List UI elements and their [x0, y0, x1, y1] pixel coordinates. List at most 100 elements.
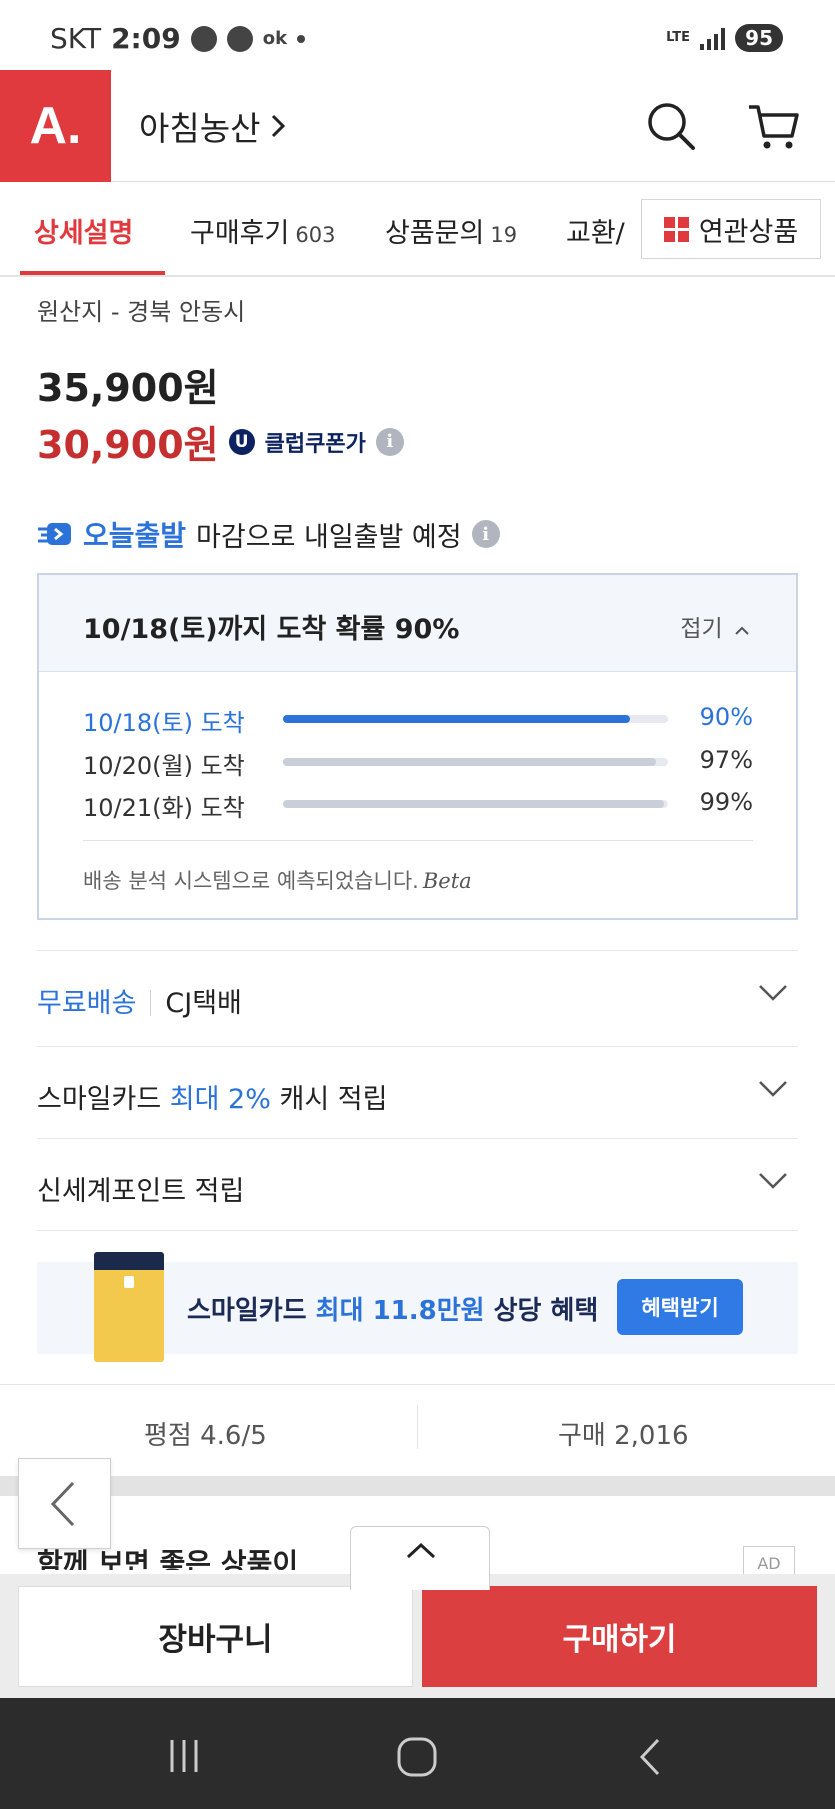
club-coupon-label: 클럽쿠폰가: [264, 431, 366, 457]
status-right: LTE 95: [666, 24, 783, 52]
shinsegae-point-row[interactable]: 신세계포인트 적립: [37, 1138, 798, 1230]
tab-details[interactable]: 상세설명: [34, 211, 133, 250]
get-benefit-button[interactable]: 혜택받기: [617, 1279, 743, 1335]
info-icon[interactable]: i: [471, 520, 500, 548]
auction-logo[interactable]: A.: [0, 70, 111, 182]
smilecard-highlight: 최대 2%: [169, 1084, 271, 1115]
back-nav-icon[interactable]: [636, 1736, 666, 1778]
store-name: 아침농산: [139, 109, 261, 148]
free-delivery-label: 무료배송: [37, 988, 137, 1019]
tab-label: 상세설명: [34, 218, 134, 249]
tab-label: 상품문의: [385, 218, 485, 249]
probability-fill: [283, 758, 657, 766]
probability-fill: [283, 800, 665, 808]
divider: [83, 840, 753, 841]
delivery-row[interactable]: 무료배송 CJ택배: [37, 950, 798, 1042]
ok-cashbag-icon: ok: [262, 28, 288, 49]
home-icon[interactable]: [396, 1736, 438, 1778]
beta-label: Beta: [422, 869, 472, 893]
back-button[interactable]: [18, 1458, 111, 1549]
chevron-down-icon: [759, 985, 787, 1001]
divider: [37, 1230, 798, 1231]
tab-label: 구매후기: [190, 218, 290, 249]
sale-price: 30,900원: [37, 423, 219, 467]
banner-highlight: 최대 11.8만원: [315, 1296, 485, 1326]
tab-reviews[interactable]: 구매후기 603: [190, 211, 335, 250]
detail-tabs: 상세설명 구매후기 603 상품문의 19 교환/ 연관상품: [0, 183, 835, 277]
prediction-note: 배송 분석 시스템으로 예측되었습니다. Beta: [83, 865, 472, 895]
origin-text: 원산지 - 경북 안동시: [37, 298, 246, 326]
grid-icon: [663, 216, 689, 242]
probability-track: [283, 715, 668, 723]
arrival-date: 10/20(월) 도착: [83, 752, 245, 780]
recent-apps-icon[interactable]: [164, 1736, 204, 1776]
buy-now-button[interactable]: 구매하기: [422, 1586, 817, 1687]
divider: [417, 1405, 418, 1449]
related-label: 연관상품: [698, 216, 799, 248]
chevron-left-icon: [50, 1481, 75, 1527]
probability-fill: [283, 715, 630, 723]
clock: 2:09: [111, 22, 181, 55]
battery-indicator: 95: [735, 24, 783, 52]
signal-icon: [700, 26, 726, 50]
banner-prefix: 스마일카드: [187, 1296, 307, 1326]
status-left: SKT 2:09 ok: [50, 22, 306, 55]
carrier-label: SKT: [50, 22, 102, 55]
chevron-up-icon: [735, 626, 749, 635]
section-gap: [0, 1476, 835, 1496]
fold-button[interactable]: 접기: [680, 609, 750, 643]
rating[interactable]: 평점 4.6/5: [144, 1415, 267, 1452]
probability-track: [283, 800, 668, 808]
tab-label: 교환/: [566, 218, 625, 249]
tab-inquiries[interactable]: 상품문의 19: [385, 211, 517, 250]
probability-percent: 97%: [699, 746, 753, 774]
app-header: A. 아침농산: [0, 70, 835, 182]
arrival-probability-box: 10/18(토)까지 도착 확률 90% 접기 10/18(토) 도착 90% …: [37, 573, 798, 920]
probability-percent: 90%: [699, 703, 753, 731]
probability-track: [283, 758, 668, 766]
delivery-info: 무료배송 CJ택배: [37, 981, 242, 1020]
fold-label: 접기: [680, 616, 723, 642]
arrival-date: 10/21(화) 도착: [83, 794, 245, 822]
chevron-right-icon: [272, 114, 286, 138]
original-price: 35,900원: [37, 366, 219, 410]
add-to-cart-button[interactable]: 장바구니: [18, 1586, 413, 1687]
ship-text: 마감으로 내일출발 예정: [196, 521, 462, 553]
system-nav-bar: [0, 1698, 835, 1809]
review-count: 603: [295, 223, 336, 247]
chevron-down-icon: [759, 1173, 787, 1189]
stats-bar: 평점 4.6/5 구매 2,016: [0, 1384, 835, 1476]
store-link[interactable]: 아침농산: [139, 102, 286, 150]
lte-icon: LTE: [666, 30, 691, 45]
divider: [150, 990, 152, 1016]
expand-options-tab[interactable]: [350, 1526, 490, 1590]
chevron-up-icon: [406, 1542, 436, 1559]
carrier-label: CJ택배: [165, 988, 242, 1019]
arrival-row: 10/20(월) 도착 97%: [83, 746, 753, 780]
today-ship-badge: 오늘출발: [83, 519, 187, 552]
banner-suffix: 상당 혜택: [493, 1296, 599, 1326]
related-products-button[interactable]: 연관상품: [641, 199, 821, 259]
arrival-probability-title: 10/18(토)까지 도착 확률 90%: [83, 614, 460, 645]
arrival-date: 10/18(토) 도착: [83, 709, 245, 737]
fast-delivery-icon: [38, 523, 71, 545]
tab-exchange[interactable]: 교환/: [566, 211, 625, 250]
status-bar: SKT 2:09 ok LTE 95: [0, 0, 835, 70]
search-icon[interactable]: [643, 98, 699, 154]
shipping-row: 오늘출발 마감으로 내일출발 예정 i: [37, 514, 500, 554]
arrival-row: 10/21(화) 도착 99%: [83, 788, 753, 822]
club-badge-icon: U: [228, 428, 255, 455]
active-tab-indicator: [20, 271, 165, 275]
smilecard-info: 스마일카드 최대 2% 캐시 적립: [37, 1077, 387, 1116]
sale-price-row: 30,900원 U 클럽쿠폰가 i: [37, 414, 404, 469]
probability-percent: 99%: [699, 788, 753, 816]
info-icon[interactable]: i: [375, 427, 404, 456]
inquiry-count: 19: [490, 223, 518, 247]
chevron-down-icon: [759, 1081, 787, 1097]
smilecard-banner[interactable]: 스마일카드 최대 11.8만원 상당 혜택 혜택받기: [37, 1252, 798, 1362]
smilecard-cash-row[interactable]: 스마일카드 최대 2% 캐시 적립: [37, 1046, 798, 1138]
cart-icon[interactable]: [746, 98, 802, 154]
banner-text: 스마일카드 최대 11.8만원 상당 혜택: [187, 1290, 598, 1327]
shinsegae-label: 신세계포인트 적립: [37, 1176, 245, 1207]
smilecard-prefix: 스마일카드: [37, 1084, 162, 1115]
